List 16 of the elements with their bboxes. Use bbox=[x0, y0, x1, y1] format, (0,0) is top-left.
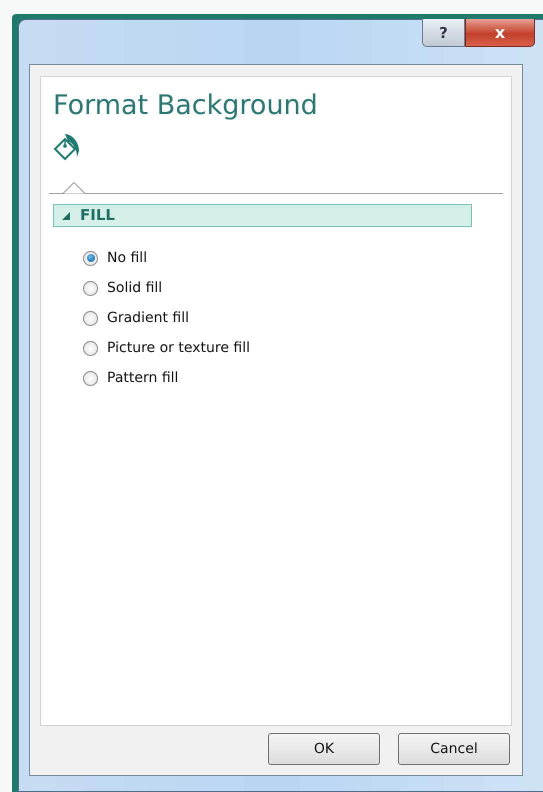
close-button[interactable]: x bbox=[465, 19, 535, 47]
option-label[interactable]: Gradient fill bbox=[107, 307, 189, 329]
pane-title: Format Background bbox=[53, 89, 319, 123]
section-header[interactable]: FILL bbox=[53, 204, 472, 227]
radio-button[interactable] bbox=[83, 340, 98, 356]
radio-button[interactable] bbox=[83, 310, 98, 326]
help-button[interactable]: ? bbox=[422, 19, 465, 47]
radio-button[interactable] bbox=[83, 250, 98, 266]
option-label[interactable]: No fill bbox=[107, 247, 148, 269]
radio-button[interactable] bbox=[83, 370, 98, 386]
option-label[interactable]: Pattern fill bbox=[107, 367, 178, 389]
cancel-button[interactable]: Cancel bbox=[398, 733, 510, 765]
option-label[interactable]: Solid fill bbox=[107, 277, 162, 299]
ok-button[interactable]: OK bbox=[268, 733, 380, 765]
option-label[interactable]: Picture or texture fill bbox=[107, 337, 250, 359]
radio-button[interactable] bbox=[83, 280, 98, 296]
